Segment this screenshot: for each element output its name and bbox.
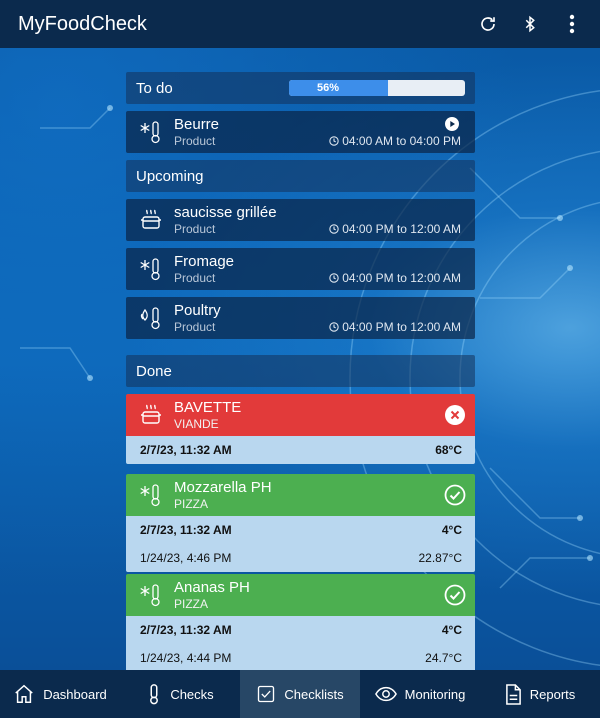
item-time: 04:00 AM to 04:00 PM [329,134,461,148]
done-card[interactable]: Mozzarella PH PIZZA 2/7/23, 11:32 AM 4°C… [126,474,475,572]
nav-label: Reports [529,686,576,702]
item-name: Beurre [174,116,220,133]
item-name: Fromage [174,253,235,270]
reading-value: 22.87°C [418,551,463,565]
nav-label: Monitoring [404,686,466,702]
eye-icon [374,686,397,702]
item-name: Mozzarella PH [174,479,272,496]
reading-value: 24.7°C [425,651,462,665]
reading-date: 2/7/23, 11:32 AM [140,623,232,637]
fridge-thermometer-icon [136,254,166,284]
bluetooth-icon[interactable] [518,12,542,36]
app-bar: MyFoodCheck [0,0,600,48]
fail-x-icon [445,405,465,425]
clock-icon [329,224,339,234]
section-header-todo: To do 56% [126,72,475,104]
reading-value: 4°C [441,523,462,537]
play-icon[interactable] [445,117,459,131]
clock-icon [329,273,339,283]
item-name: saucisse grillée [174,204,277,221]
item-name: BAVETTE [174,399,242,416]
cooking-pot-icon [136,205,166,235]
done-card-header: Mozzarella PH PIZZA [126,474,475,516]
todo-progress-bar: 56% [289,80,465,96]
item-name: Poultry [174,302,221,319]
fridge-thermometer-icon [136,117,166,147]
pass-check-icon [444,584,466,606]
nav-item-checks[interactable]: Checks [120,670,240,718]
clock-icon [329,136,339,146]
item-time: 04:00 PM to 12:00 AM [329,271,461,285]
reading-value: 4°C [441,623,462,637]
reading-date: 1/24/23, 4:46 PM [140,551,232,565]
reading-row: 2/7/23, 11:32 AM 68°C [126,436,475,464]
reading-row: 1/24/23, 4:46 PM 22.87°C [126,544,475,572]
section-title: To do [136,79,173,97]
document-icon [505,683,521,705]
refresh-icon[interactable] [476,12,500,36]
nav-item-monitoring[interactable]: Monitoring [360,670,480,718]
nav-item-dashboard[interactable]: Dashboard [0,670,120,718]
item-name: Ananas PH [174,579,250,596]
progress-label: 56% [317,82,340,94]
bottom-nav: Dashboard Checks Checklists Monitoring R… [0,670,600,718]
item-time: 04:00 PM to 12:00 AM [329,320,461,334]
done-card[interactable]: Ananas PH PIZZA 2/7/23, 11:32 AM 4°C 1/2… [126,574,475,672]
fridge-thermometer-icon [136,580,166,610]
reading-row: 1/24/23, 4:44 PM 24.7°C [126,644,475,672]
section-header-upcoming: Upcoming [126,160,475,192]
nav-label: Checks [170,686,214,702]
nav-label: Checklists [284,686,344,702]
done-card-header: Ananas PH PIZZA [126,574,475,616]
section-header-done: Done [126,355,475,387]
checkbox-icon [258,685,275,703]
reading-date: 2/7/23, 11:32 AM [140,443,232,457]
reading-value: 68°C [435,443,462,457]
item-type: PIZZA [174,497,209,511]
done-card-header: BAVETTE VIANDE [126,394,475,436]
cooking-pot-icon [136,400,166,430]
home-icon [15,684,33,703]
hot-thermometer-icon [136,303,166,333]
pass-check-icon [444,484,466,506]
item-time: 04:00 PM to 12:00 AM [329,222,461,236]
fridge-thermometer-icon [136,480,166,510]
reading-row: 2/7/23, 11:32 AM 4°C [126,616,475,644]
more-vert-icon[interactable] [560,12,584,36]
checklist-list: To do 56% Beurre Product 04:00 AM to 04:… [126,72,475,672]
list-item[interactable]: Fromage Product 04:00 PM to 12:00 AM [126,248,475,290]
done-card[interactable]: BAVETTE VIANDE 2/7/23, 11:32 AM 68°C [126,394,475,464]
section-title: Done [136,362,172,380]
thermometer-icon [150,684,159,705]
reading-date: 2/7/23, 11:32 AM [140,523,232,537]
list-item[interactable]: saucisse grillée Product 04:00 PM to 12:… [126,199,475,241]
nav-label: Dashboard [43,686,107,702]
section-title: Upcoming [136,167,204,185]
item-type: VIANDE [174,417,219,431]
list-item[interactable]: Beurre Product 04:00 AM to 04:00 PM [126,111,475,153]
item-type: PIZZA [174,597,209,611]
list-item[interactable]: Poultry Product 04:00 PM to 12:00 AM [126,297,475,339]
nav-item-checklists[interactable]: Checklists [240,670,360,718]
reading-date: 1/24/23, 4:44 PM [140,651,232,665]
clock-icon [329,322,339,332]
nav-item-reports[interactable]: Reports [480,670,600,718]
reading-row: 2/7/23, 11:32 AM 4°C [126,516,475,544]
app-title: MyFoodCheck [18,12,147,35]
